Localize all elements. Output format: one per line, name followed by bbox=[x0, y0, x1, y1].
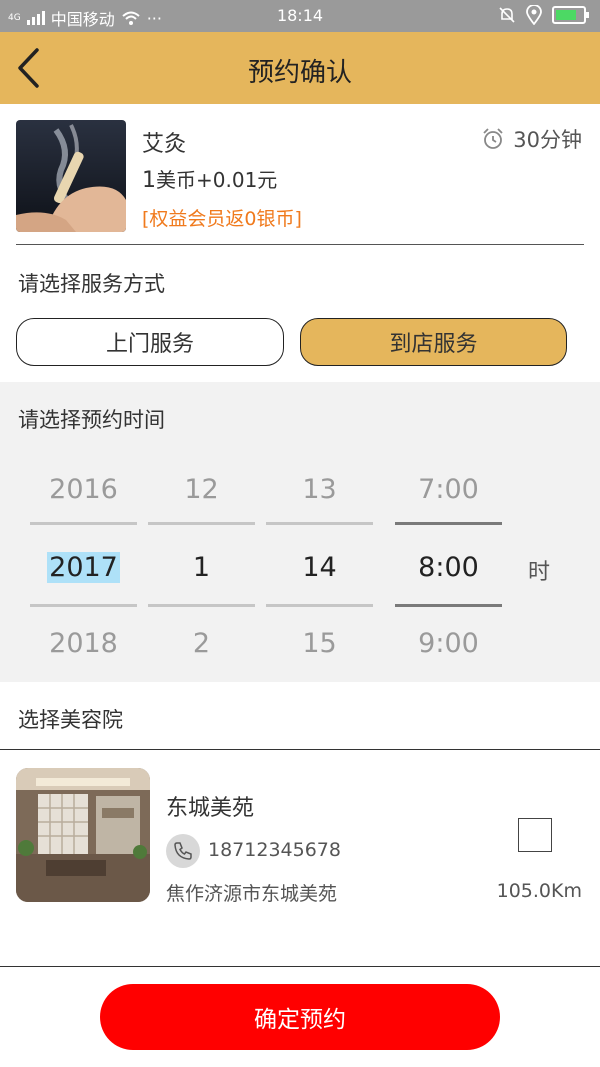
duration: 30分钟 bbox=[481, 124, 582, 154]
confirm-booking-button[interactable]: 确定预约 bbox=[100, 984, 500, 1050]
picker-line bbox=[395, 522, 502, 525]
product-name: 艾灸 bbox=[142, 132, 187, 157]
hour-option-selected[interactable]: 8:00 bbox=[395, 552, 502, 583]
month-option-prev[interactable]: 12 bbox=[148, 474, 255, 505]
day-option-selected[interactable]: 14 bbox=[266, 552, 373, 583]
salon-name: 东城美苑 bbox=[166, 796, 255, 821]
page-title: 预约确认 bbox=[247, 58, 352, 88]
salon-section-label: 选择美容院 bbox=[18, 708, 123, 732]
day-option-next[interactable]: 15 bbox=[266, 628, 373, 659]
hour-option-prev[interactable]: 7:00 bbox=[395, 474, 502, 505]
salon-distance: 105.0Km bbox=[496, 880, 582, 902]
price-rest: 美币+0.01元 bbox=[156, 168, 278, 192]
picker-line bbox=[148, 522, 255, 525]
battery-icon bbox=[552, 6, 589, 24]
hour-unit-label: 时 bbox=[528, 560, 551, 585]
divider bbox=[0, 749, 600, 750]
status-right bbox=[498, 5, 589, 25]
year-option-next[interactable]: 2018 bbox=[30, 628, 137, 659]
month-option-next[interactable]: 2 bbox=[148, 628, 255, 659]
picker-line bbox=[30, 522, 137, 525]
phone-icon bbox=[174, 842, 192, 860]
picker-line bbox=[148, 604, 255, 607]
salon-address: 焦作济源市东城美苑 bbox=[166, 883, 338, 905]
hour-option-next[interactable]: 9:00 bbox=[395, 628, 502, 659]
year-selected-text: 2017 bbox=[47, 552, 120, 583]
alarm-clock-icon bbox=[483, 128, 503, 149]
nav-bar: 预约确认 bbox=[0, 32, 600, 104]
service-type-label: 请选择服务方式 bbox=[18, 272, 165, 296]
picker-line bbox=[266, 522, 373, 525]
location-icon bbox=[526, 5, 542, 25]
duration-text: 30分钟 bbox=[513, 128, 582, 152]
month-option-selected[interactable]: 1 bbox=[148, 552, 255, 583]
divider bbox=[0, 966, 600, 967]
store-service-button[interactable]: 到店服务 bbox=[300, 318, 567, 366]
status-bar: 4G 中国移动 ··· 18:14 bbox=[0, 0, 600, 32]
phone-call-button[interactable] bbox=[166, 834, 200, 868]
product-image bbox=[16, 120, 126, 232]
rebate-text: [权益会员返0银币] bbox=[142, 208, 302, 230]
time-picker-section: 请选择预约时间 2016 2017 2018 12 1 2 13 14 15 7… bbox=[0, 382, 600, 682]
product-price: 1美币+0.01元 bbox=[142, 164, 277, 193]
salon-select-checkbox[interactable] bbox=[518, 818, 552, 852]
price-coin: 1 bbox=[142, 168, 156, 193]
divider bbox=[16, 244, 584, 245]
picker-line bbox=[30, 604, 137, 607]
salon-image bbox=[16, 768, 150, 902]
day-option-prev[interactable]: 13 bbox=[266, 474, 373, 505]
home-service-button[interactable]: 上门服务 bbox=[16, 318, 284, 366]
picker-line bbox=[266, 604, 373, 607]
product-summary: 艾灸 1美币+0.01元 [权益会员返0银币] 30分钟 bbox=[0, 104, 600, 246]
picker-line bbox=[395, 604, 502, 607]
year-option-prev[interactable]: 2016 bbox=[30, 474, 137, 505]
bell-muted-icon bbox=[499, 7, 515, 23]
year-option-selected[interactable]: 2017 bbox=[30, 552, 137, 583]
salon-phone[interactable]: 18712345678 bbox=[208, 839, 341, 861]
time-picker-label: 请选择预约时间 bbox=[18, 408, 165, 432]
